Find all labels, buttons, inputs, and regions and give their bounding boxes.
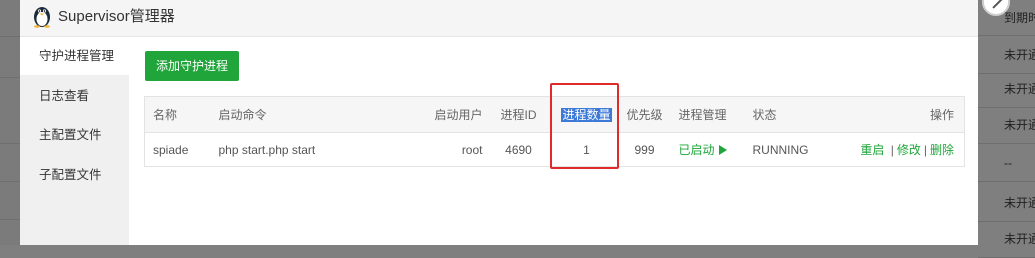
cell-manage[interactable]: 已启动 <box>670 132 747 167</box>
ops-separator: | <box>923 143 927 157</box>
add-daemon-button[interactable]: 添加守护进程 <box>145 51 239 81</box>
cell-priority: 999 <box>618 132 671 167</box>
background-cell: 未开通 <box>978 70 1035 108</box>
header-manage: 进程管理 <box>670 96 747 133</box>
header-ops: 操作 <box>844 96 965 133</box>
background-right-column: 到期时 未开通 未开通 未开通 -- 未开通 未开通 <box>978 0 1035 258</box>
header-command: 启动命令 <box>218 96 409 133</box>
background-left-strip <box>0 0 20 245</box>
supervisor-dialog: Supervisor管理器 守护进程管理 日志查看 主配置文件 子配置文件 添加… <box>20 0 1010 245</box>
background-divider <box>0 181 20 182</box>
header-pid: 进程ID <box>482 96 555 133</box>
background-divider <box>0 219 20 220</box>
cell-command: php start.php start <box>218 132 409 167</box>
sidebar-item-sub-config[interactable]: 子配置文件 <box>20 156 129 194</box>
header-name: 名称 <box>144 96 219 133</box>
restart-link[interactable]: 重启 <box>860 143 884 157</box>
background-cell: 未开通 <box>978 36 1035 74</box>
background-divider <box>0 36 20 37</box>
header-priority: 优先级 <box>618 96 671 133</box>
cell-name: spiade <box>144 132 219 167</box>
cell-pid: 4690 <box>482 132 555 167</box>
background-cell: 未开通 <box>978 106 1035 144</box>
cell-status: RUNNING <box>746 132 845 167</box>
annotation-highlight-box <box>550 83 619 169</box>
cell-user: root <box>408 132 483 167</box>
background-cell: 未开通 <box>978 184 1035 222</box>
dialog-title: Supervisor管理器 <box>58 8 175 25</box>
delete-link[interactable]: 删除 <box>930 143 954 157</box>
ops-separator: | <box>890 143 894 157</box>
edit-link[interactable]: 修改 <box>897 143 921 157</box>
header-status: 状态 <box>746 96 845 133</box>
sidebar-item-process-management[interactable]: 守护进程管理 <box>20 37 129 75</box>
started-status-link[interactable]: 已启动 <box>679 143 715 157</box>
background-cell: -- <box>978 144 1035 182</box>
penguin-logo-icon <box>34 7 50 28</box>
background-divider <box>0 77 20 78</box>
sidebar-item-log-view[interactable]: 日志查看 <box>20 77 129 115</box>
header-user: 启动用户 <box>408 96 483 133</box>
sidebar: 守护进程管理 日志查看 主配置文件 子配置文件 <box>20 37 129 245</box>
dialog-title-bar: Supervisor管理器 <box>20 0 978 37</box>
background-divider <box>0 143 20 144</box>
background-cell: 未开通 <box>978 220 1035 258</box>
close-icon <box>992 0 1004 9</box>
cell-ops: 重启 | 修改 | 删除 <box>844 132 965 167</box>
sidebar-item-main-config[interactable]: 主配置文件 <box>20 116 129 154</box>
play-icon <box>718 145 727 155</box>
